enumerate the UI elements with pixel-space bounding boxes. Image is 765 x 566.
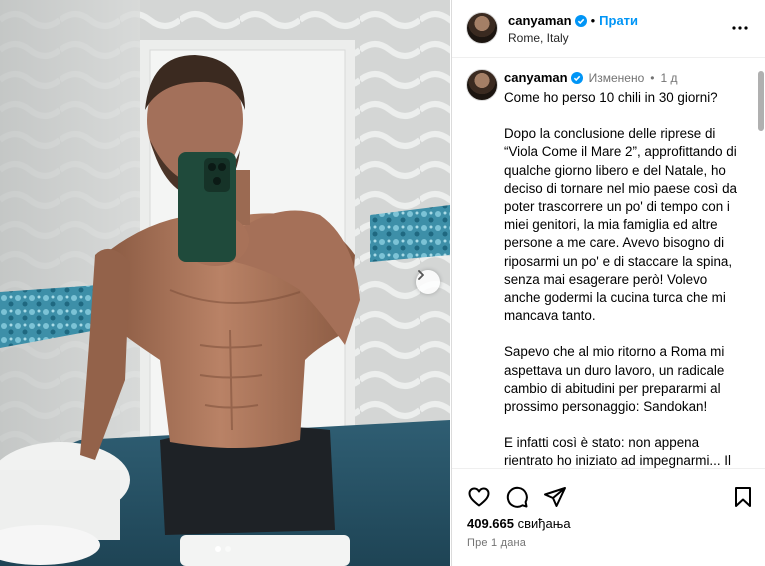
bookmark-icon[interactable] [731, 485, 755, 509]
likes-number: 409.665 [467, 516, 514, 531]
caption-paragraph: Come ho perso 10 chili in 30 giorni? [504, 90, 718, 105]
next-slide-button[interactable] [416, 270, 440, 294]
caption-avatar[interactable] [466, 69, 498, 101]
caption-scroll-area[interactable]: canyaman Изменено • 1 д Come ho perso 10 ch… [452, 59, 765, 468]
likes-count[interactable]: 409.665 свиђања [467, 516, 571, 531]
caption-scrollbar[interactable] [758, 71, 764, 131]
location-link[interactable]: Rome, Italy [508, 31, 569, 45]
chevron-right-icon [418, 270, 424, 280]
caption-paragraph: E infatti così è stato: non appena rient… [504, 435, 732, 468]
caption-text: Come ho perso 10 chili in 30 giorni? Dop… [504, 89, 744, 468]
verified-badge-icon [574, 15, 587, 27]
caption-paragraph: Dopo la conclusione delle riprese di “Vi… [504, 126, 737, 324]
caption-paragraph: Sapevo che al mio ritorno a Roma mi aspe… [504, 344, 725, 415]
mirror-selfie-image [0, 0, 450, 566]
send-icon[interactable] [543, 485, 567, 509]
comment-icon[interactable] [505, 485, 529, 509]
post-timestamp[interactable]: Пре 1 дана [467, 537, 526, 549]
more-icon[interactable] [732, 20, 748, 36]
avatar[interactable] [466, 12, 498, 44]
verified-badge-icon [570, 72, 583, 84]
separator-dot: • [650, 71, 655, 85]
follow-button[interactable]: Прати [599, 13, 638, 28]
separator-dot: • [590, 13, 596, 28]
post-actions: 409.665 свиђања Пре 1 дана [452, 468, 765, 566]
carousel-dot-active [215, 546, 221, 552]
post-photo[interactable] [0, 0, 450, 566]
post-sidebar: canyaman • Прати Rome, Italy canyaman Измен… [451, 0, 765, 566]
heart-icon[interactable] [467, 485, 491, 509]
post-age[interactable]: 1 д [660, 71, 677, 85]
post-header: canyaman • Прати Rome, Italy [452, 0, 765, 58]
likes-label: свиђања [517, 516, 571, 531]
username-link[interactable]: canyaman [508, 13, 572, 28]
carousel-dots [215, 546, 231, 552]
carousel-dot [225, 546, 231, 552]
caption-username[interactable]: canyaman [504, 70, 568, 85]
edited-label: Изменено [588, 71, 645, 85]
